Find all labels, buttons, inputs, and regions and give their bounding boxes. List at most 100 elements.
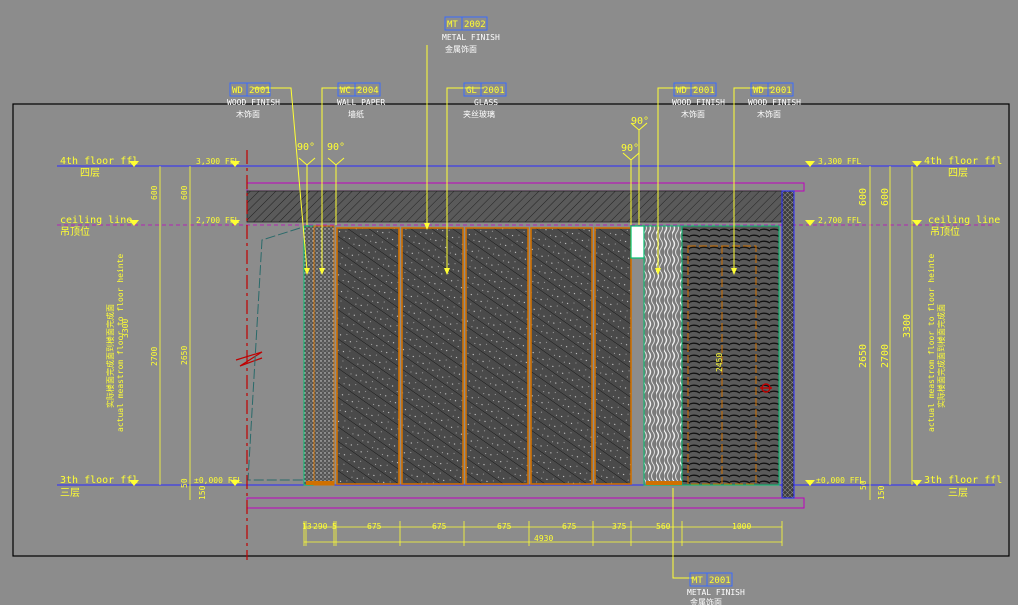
wood-panel-dark [681, 225, 780, 486]
bottom-dim-label: 375 [612, 522, 627, 531]
dim-150: 150 [198, 485, 207, 500]
dim-2700: 2700 [150, 347, 159, 366]
angle-label: 90° [621, 143, 639, 154]
bottom-dim-label: 675 [497, 522, 512, 531]
tag-cn: 金属饰面 [690, 597, 722, 605]
tag-cn: 木饰面 [236, 109, 260, 119]
tag-cn: 夹丝玻璃 [463, 109, 495, 119]
elevation-drawing: MT 2002 METAL FINISH 金属饰面 WD 2001 WOOD F… [12, 16, 1010, 605]
glass-panel [530, 227, 593, 485]
tag-cn: 墙纸 [348, 109, 364, 119]
angle-label: 90° [297, 142, 315, 153]
level-third-cn: 三层 [948, 487, 968, 499]
tag-en: METAL FINISH [687, 588, 745, 597]
tag-cn: 金属饰面 [445, 44, 477, 54]
tag-cn: 木饰面 [757, 109, 781, 119]
bottom-dim-label: 675 [432, 522, 447, 531]
lower-slab [246, 497, 805, 509]
tag-number: 2001 [483, 86, 505, 96]
level-fourth-en: 4th floor ffl [60, 156, 138, 167]
tag-number: 2001 [709, 576, 731, 586]
tag-en: WOOD FINISH [672, 98, 725, 107]
side-note-cn: 实际楼面完成面到楼面完成面 [936, 304, 946, 408]
left-level-labels: 4th floor ffl 四层 ceiling line 吊顶位 3th fl… [60, 156, 242, 499]
ffl-2700: 2,700 FFL [818, 216, 862, 225]
level-ceiling-cn: 吊顶位 [930, 225, 960, 238]
dim-2450: 2450 [715, 353, 724, 372]
dim-600: 600 [858, 188, 869, 206]
side-note-en: actual meastrom floor to floor heinte [927, 254, 936, 432]
wood-strip-left [303, 225, 315, 486]
tag-mt2001: MT 2001 METAL FINISH 金属饰面 [687, 572, 745, 605]
angle-label: 90° [327, 142, 345, 153]
glass-panel [594, 227, 632, 485]
tag-number: 2002 [464, 20, 486, 30]
ceiling-band [246, 190, 783, 223]
level-fourth-en: 4th floor ffl [924, 156, 1002, 167]
tag-code: WC [340, 86, 351, 96]
dim-3300: 3300 [902, 314, 913, 338]
tag-wc2004: WC 2004 WALL PAPER 墙纸 [337, 82, 385, 119]
level-ceiling-en: ceiling line [928, 215, 1000, 226]
bottom-dim-label: 675 [367, 522, 382, 531]
angle-arc [622, 152, 640, 161]
left-dimension-lines [159, 166, 191, 500]
tag-cn: 木饰面 [681, 109, 705, 119]
glass-panel [465, 227, 529, 485]
wallpaper-strip [313, 225, 335, 486]
glass-panel [401, 227, 464, 485]
dim-2650: 2650 [858, 344, 869, 368]
dim-150: 150 [877, 485, 886, 500]
wood-panel-light [643, 225, 683, 486]
tag-en: WOOD FINISH [227, 98, 280, 107]
dim-600: 600 [150, 185, 159, 200]
tag-en: WOOD FINISH [748, 98, 801, 107]
upper-slab [246, 182, 805, 192]
side-note-en: actual meastrom floor to floor heinte [116, 254, 125, 432]
side-note-cn: 实际楼面完成面到楼面完成面 [105, 304, 115, 408]
bottom-dim-label: 290 [313, 522, 328, 531]
bottom-dim-label: 1000 [732, 522, 751, 531]
tag-en: METAL FINISH [442, 33, 500, 42]
dim-50: 50 [180, 478, 189, 488]
tag-gl2001: GL 2001 GLASS 夹丝玻璃 [463, 82, 507, 119]
ffl-0: ±0,000 FFL [816, 476, 864, 485]
floor-strip [306, 481, 334, 485]
level-third-cn: 三层 [60, 487, 80, 499]
angle-label: 90° [631, 116, 649, 127]
glass-panel [336, 227, 400, 485]
glass-panels [336, 227, 632, 485]
level-fourth-cn: 四层 [948, 167, 968, 179]
level-ceiling-en: ceiling line [60, 215, 132, 226]
angle-arc [298, 157, 316, 166]
level-ceiling-cn: 吊顶位 [60, 225, 90, 238]
angle-arc [327, 157, 345, 166]
tag-code: WD [232, 86, 243, 96]
tag-number: 2001 [770, 86, 792, 96]
tag-number: 2004 [357, 86, 379, 96]
tag-en: GLASS [474, 98, 498, 107]
bottom-dim-label: 5 [332, 522, 337, 531]
tag-code: MT [447, 20, 458, 30]
dim-2650: 2650 [180, 346, 189, 365]
tag-code: MT [692, 576, 703, 586]
tag-mt2002: MT 2002 METAL FINISH 金属饰面 [442, 16, 500, 54]
tag-code: WD [676, 86, 687, 96]
bottom-dim-label: 13 [302, 522, 312, 531]
dim-600: 600 [180, 185, 189, 200]
dim-50: 50 [859, 480, 868, 490]
bottom-dim-label: 675 [562, 522, 577, 531]
level-fourth-cn: 四层 [80, 167, 100, 179]
tag-number: 2001 [249, 86, 271, 96]
floor-strip [646, 481, 682, 485]
break-symbol [235, 351, 263, 367]
tag-number: 2001 [693, 86, 715, 96]
tag-wd2001-right: WD 2001 WOOD FINISH 木饰面 [748, 82, 801, 119]
level-third-en: 3th floor ffl [60, 475, 138, 486]
dim-2700: 2700 [880, 344, 891, 368]
tag-wd2001-mid: WD 2001 WOOD FINISH 木饰面 [672, 82, 725, 119]
metal-trim [630, 225, 645, 259]
total-dim: 4930 [534, 534, 553, 543]
right-wall-section [781, 190, 795, 499]
level-third-en: 3th floor ffl [924, 475, 1002, 486]
